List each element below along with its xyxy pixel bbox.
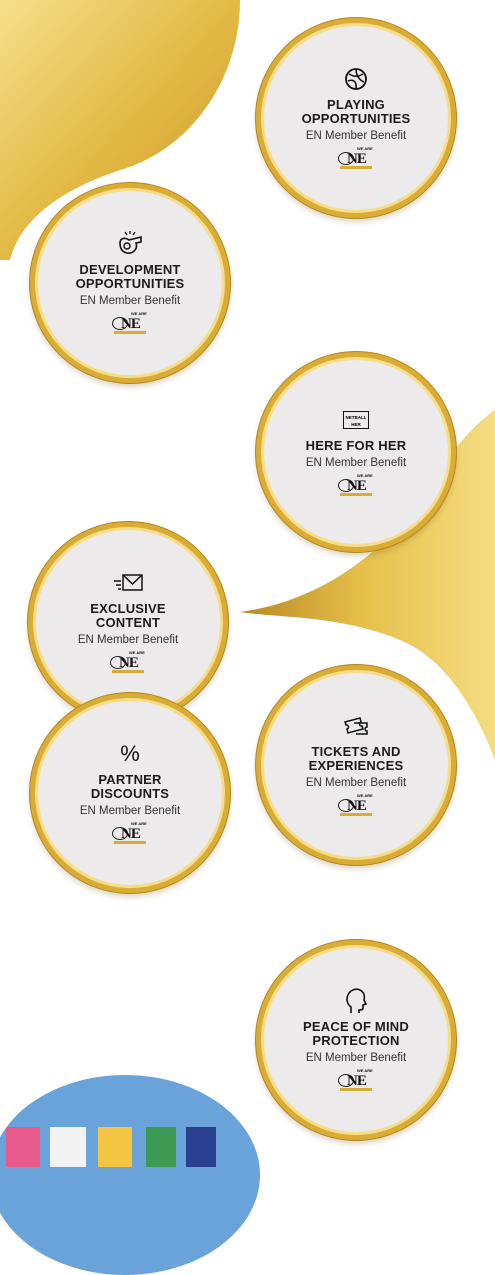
badge-subtitle: EN Member Benefit bbox=[305, 777, 407, 789]
color-block bbox=[50, 1127, 86, 1167]
we-are-one-logo: NE WE ARE bbox=[338, 1068, 374, 1092]
badge-subtitle: EN Member Benefit bbox=[77, 634, 179, 646]
badge-title: PLAYING OPPORTUNITIES bbox=[301, 97, 411, 126]
badge-subtitle: EN Member Benefit bbox=[305, 457, 407, 469]
we-are-one-logo: NE WE ARE bbox=[112, 311, 148, 335]
color-block bbox=[6, 1127, 40, 1167]
head-profile-icon bbox=[344, 988, 368, 1014]
badge-title: DEVELOPMENT OPPORTUNITIES bbox=[75, 262, 185, 291]
whistle-icon bbox=[116, 231, 144, 257]
we-are-one-logo: NE WE ARE bbox=[112, 821, 148, 845]
badge-subtitle: EN Member Benefit bbox=[305, 130, 407, 142]
we-are-one-logo: NE WE ARE bbox=[110, 650, 146, 674]
benefit-badge-tickets-and-experiences[interactable]: TICKETS AND EXPERIENCES EN Member Benefit… bbox=[256, 665, 456, 865]
color-block bbox=[146, 1127, 176, 1167]
ticket-icon bbox=[342, 713, 370, 739]
envelope-icon bbox=[112, 570, 144, 596]
percent-icon: % bbox=[120, 741, 140, 766]
benefit-badge-peace-of-mind-protection[interactable]: PEACE OF MIND PROTECTION EN Member Benefi… bbox=[256, 940, 456, 1140]
color-block bbox=[186, 1127, 216, 1167]
color-block bbox=[98, 1127, 132, 1167]
we-are-one-logo: NE WE ARE bbox=[338, 793, 374, 817]
badge-title: PARTNER DISCOUNTS bbox=[90, 772, 170, 801]
bottom-decorative-image bbox=[0, 1075, 260, 1275]
benefit-badge-exclusive-content[interactable]: EXCLUSIVE CONTENT EN Member Benefit NE WE … bbox=[28, 522, 228, 722]
benefit-badge-here-for-her[interactable]: NETBALL HER HERE FOR HER EN Member Benef… bbox=[256, 352, 456, 552]
badge-title: PEACE OF MIND PROTECTION bbox=[303, 1019, 409, 1048]
netball-her-laptop-icon: NETBALL HER bbox=[343, 407, 369, 433]
badge-title: EXCLUSIVE CONTENT bbox=[90, 601, 166, 630]
netball-icon bbox=[344, 66, 368, 92]
benefit-badge-partner-discounts[interactable]: % PARTNER DISCOUNTS EN Member Benefit NE W… bbox=[30, 693, 230, 893]
badge-title: TICKETS AND EXPERIENCES bbox=[308, 744, 404, 773]
badge-subtitle: EN Member Benefit bbox=[305, 1052, 407, 1064]
benefit-badge-development-opportunities[interactable]: DEVELOPMENT OPPORTUNITIES EN Member Benef… bbox=[30, 183, 230, 383]
badge-subtitle: EN Member Benefit bbox=[79, 805, 181, 817]
badge-title: HERE FOR HER bbox=[305, 438, 407, 453]
we-are-one-logo: NE WE ARE bbox=[338, 146, 374, 170]
benefit-badge-playing-opportunities[interactable]: PLAYING OPPORTUNITIES EN Member Benefit N… bbox=[256, 18, 456, 218]
badge-subtitle: EN Member Benefit bbox=[79, 295, 181, 307]
we-are-one-logo: NE WE ARE bbox=[338, 473, 374, 497]
